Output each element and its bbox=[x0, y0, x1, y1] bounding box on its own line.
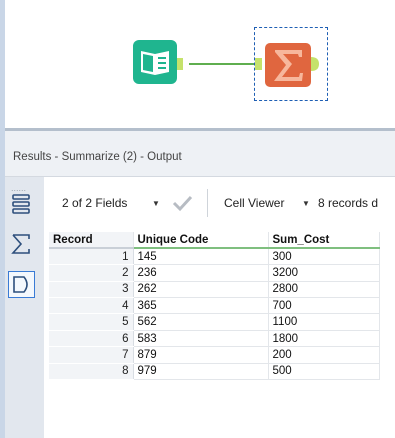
workflow-canvas[interactable] bbox=[0, 0, 395, 128]
results-sidebar bbox=[5, 177, 44, 438]
table-row[interactable]: 2 236 3200 bbox=[49, 264, 380, 282]
chevron-down-icon[interactable]: ▼ bbox=[302, 199, 310, 208]
record-number: 2 bbox=[49, 264, 134, 282]
cell-unique-code[interactable]: 145 bbox=[133, 248, 269, 266]
cell-sum-cost[interactable]: 200 bbox=[268, 346, 380, 364]
toolbar-divider bbox=[207, 189, 208, 217]
cell-unique-code[interactable]: 979 bbox=[133, 363, 269, 381]
cell-unique-code[interactable]: 583 bbox=[133, 330, 269, 348]
cell-sum-cost[interactable]: 1800 bbox=[268, 330, 380, 348]
book-icon bbox=[133, 40, 183, 84]
sigma-icon bbox=[11, 234, 30, 254]
cell-unique-code[interactable]: 236 bbox=[133, 264, 269, 282]
table-row[interactable]: 4 365 700 bbox=[49, 297, 380, 315]
sigma-icon bbox=[255, 43, 319, 87]
cell-sum-cost[interactable]: 300 bbox=[268, 248, 380, 266]
results-toolbar: 2 of 2 Fields ▼ Cell Viewer ▼ 8 records … bbox=[44, 177, 395, 229]
output-anchor-icon bbox=[13, 276, 28, 293]
record-number: 6 bbox=[49, 330, 134, 348]
cell-unique-code[interactable]: 879 bbox=[133, 346, 269, 364]
grid-header-row: Record Unique Code Sum_Cost bbox=[49, 232, 380, 250]
cell-unique-code[interactable]: 262 bbox=[133, 281, 269, 299]
sigma-button[interactable] bbox=[10, 233, 32, 255]
check-icon[interactable] bbox=[171, 194, 193, 212]
metadata-icon bbox=[12, 194, 30, 214]
metadata-button[interactable] bbox=[10, 193, 32, 215]
results-grid[interactable]: Record Unique Code Sum_Cost 1 145 300 2 … bbox=[49, 232, 380, 381]
results-header: Results - Summarize (2) - Output bbox=[5, 131, 395, 177]
table-row[interactable]: 6 583 1800 bbox=[49, 330, 380, 348]
column-header-unique-code[interactable]: Unique Code bbox=[133, 232, 269, 250]
table-row[interactable]: 7 879 200 bbox=[49, 346, 380, 364]
record-number: 5 bbox=[49, 313, 134, 331]
table-row[interactable]: 8 979 500 bbox=[49, 363, 380, 381]
cell-sum-cost[interactable]: 700 bbox=[268, 297, 380, 315]
cell-unique-code[interactable]: 562 bbox=[133, 313, 269, 331]
tool-connection[interactable] bbox=[0, 0, 395, 128]
chevron-down-icon[interactable]: ▼ bbox=[152, 199, 160, 208]
table-row[interactable]: 1 145 300 bbox=[49, 248, 380, 266]
record-number: 7 bbox=[49, 346, 134, 364]
cell-sum-cost[interactable]: 3200 bbox=[268, 264, 380, 282]
cell-viewer-dropdown[interactable]: Cell Viewer bbox=[224, 196, 284, 210]
record-number: 4 bbox=[49, 297, 134, 315]
results-panel: Results - Summarize (2) - Output ...... … bbox=[0, 128, 395, 438]
fields-dropdown[interactable]: 2 of 2 Fields bbox=[62, 196, 127, 210]
cell-sum-cost[interactable]: 1100 bbox=[268, 313, 380, 331]
column-header-sum-cost[interactable]: Sum_Cost bbox=[268, 232, 380, 250]
table-row[interactable]: 3 262 2800 bbox=[49, 281, 380, 299]
input-data-tool[interactable] bbox=[133, 39, 183, 85]
cell-sum-cost[interactable]: 500 bbox=[268, 363, 380, 381]
cell-sum-cost[interactable]: 2800 bbox=[268, 281, 380, 299]
output-anchor-button[interactable] bbox=[8, 271, 35, 298]
grip-icon[interactable]: ...... bbox=[11, 183, 26, 193]
record-number: 1 bbox=[49, 248, 134, 266]
column-header-record[interactable]: Record bbox=[49, 232, 134, 250]
table-row[interactable]: 5 562 1100 bbox=[49, 313, 380, 331]
cell-unique-code[interactable]: 365 bbox=[133, 297, 269, 315]
results-title: Results - Summarize (2) - Output bbox=[13, 151, 182, 163]
records-count: 8 records d bbox=[318, 196, 379, 210]
summarize-tool[interactable] bbox=[255, 29, 325, 99]
record-number: 3 bbox=[49, 281, 134, 299]
record-number: 8 bbox=[49, 363, 134, 381]
